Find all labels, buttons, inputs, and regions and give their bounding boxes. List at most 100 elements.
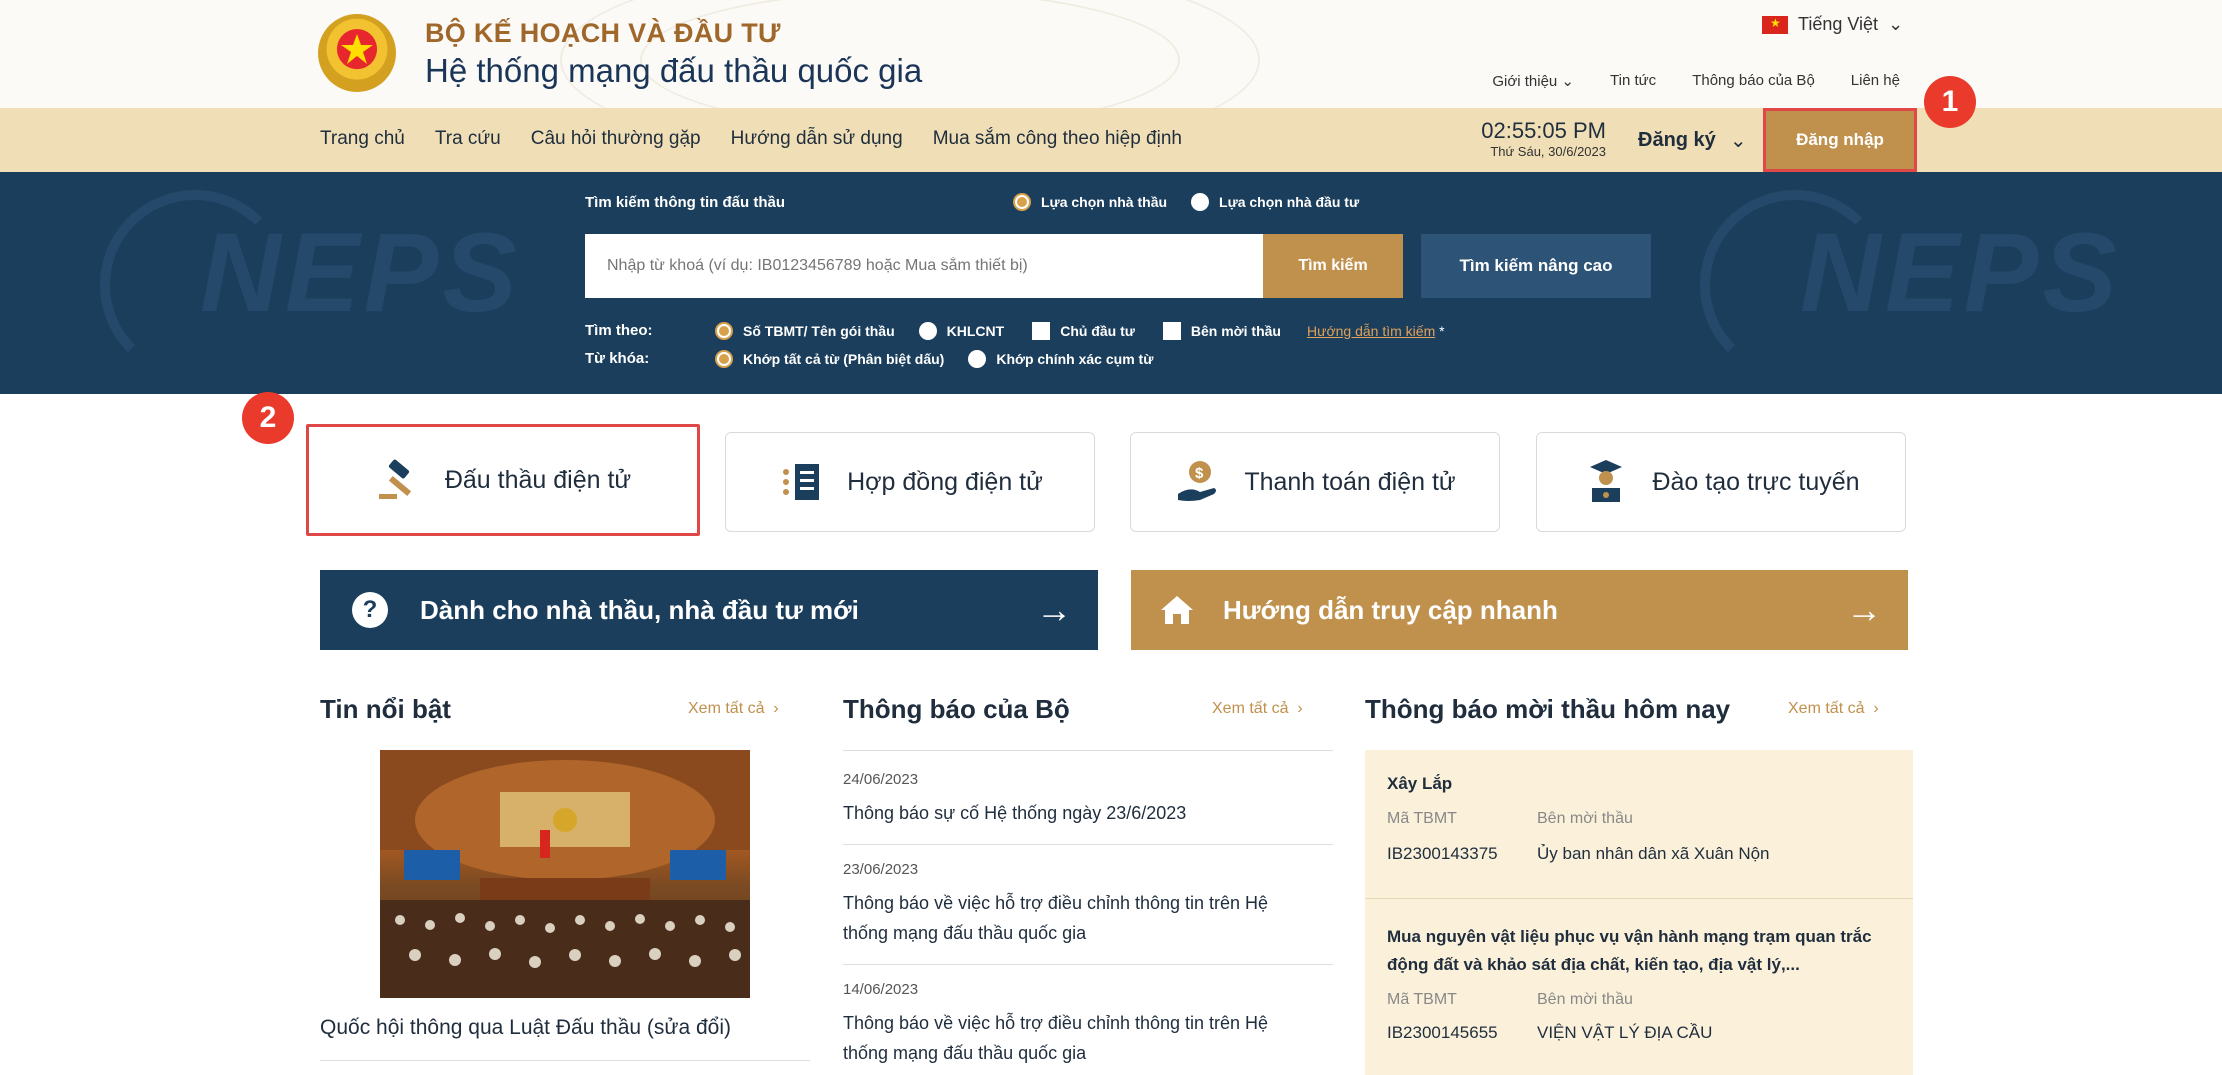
quick-access-banner-label: Hướng dẫn truy cập nhanh bbox=[1223, 594, 1558, 625]
service-e-bidding-label: Đấu thầu điện tử bbox=[444, 465, 632, 494]
radio-investor[interactable] bbox=[1191, 193, 1210, 211]
quick-access-banner[interactable]: Hướng dẫn truy cập nhanh → bbox=[1131, 570, 1908, 650]
featured-see-all-link[interactable]: Xem tất cả › bbox=[688, 700, 779, 718]
service-e-payment[interactable]: $ Thanh toán điện tử bbox=[1130, 432, 1500, 532]
search-by-label: Tìm theo: bbox=[585, 322, 653, 339]
radio-match-all[interactable] bbox=[715, 350, 733, 368]
divider bbox=[843, 844, 1333, 845]
service-e-contract[interactable]: Hợp đồng điện tử bbox=[725, 432, 1095, 532]
neps-watermark: NEPS bbox=[200, 210, 521, 335]
chevron-down-icon: ⌄ bbox=[1729, 130, 1747, 152]
divider bbox=[320, 1060, 810, 1061]
search-input[interactable] bbox=[585, 234, 1263, 298]
service-e-contract-label: Hợp đồng điện tử bbox=[847, 467, 1043, 496]
tenders-see-all-link[interactable]: Xem tất cả › bbox=[1788, 700, 1879, 718]
tender-party-label: Bên mời thầu bbox=[1537, 991, 1633, 1008]
new-users-banner[interactable]: ? Dành cho nhà thầu, nhà đầu tư mới → bbox=[320, 570, 1098, 650]
advanced-search-button[interactable]: Tìm kiếm nâng cao bbox=[1421, 234, 1651, 298]
notice-title[interactable]: Thông báo về việc hỗ trợ điều chỉnh thôn… bbox=[843, 1008, 1313, 1068]
ministry-see-all-link[interactable]: Xem tất cả › bbox=[1212, 700, 1303, 718]
notice-date: 23/06/2023 bbox=[843, 861, 919, 878]
clock-time: 02:55:05 PM bbox=[1481, 118, 1606, 143]
radio-tbmt[interactable] bbox=[715, 322, 733, 340]
top-links: Giới thiệu ⌄ Tin tức Thông báo của Bộ Li… bbox=[1492, 72, 1900, 90]
tender-party: VIỆN VẬT LÝ ĐỊA CẦU bbox=[1537, 1023, 1713, 1042]
language-selector[interactable]: Tiếng Việt ⌄ bbox=[1762, 14, 1903, 35]
top-link-news[interactable]: Tin tức bbox=[1610, 72, 1656, 90]
top-link-contact[interactable]: Liên hệ bbox=[1851, 72, 1900, 90]
nav-home[interactable]: Trang chủ bbox=[320, 128, 405, 150]
tender-party-label: Bên mời thầu bbox=[1537, 810, 1633, 827]
svg-text:$: $ bbox=[1195, 465, 1204, 482]
gavel-icon bbox=[375, 456, 423, 504]
notice-date: 24/06/2023 bbox=[843, 771, 919, 788]
divider bbox=[843, 964, 1333, 965]
tender-code: IB2300143375 bbox=[1387, 844, 1498, 863]
clock: 02:55:05 PM Thứ Sáu, 30/6/2023 bbox=[1446, 118, 1606, 159]
login-button[interactable]: Đăng nhập bbox=[1763, 108, 1917, 172]
search-mode-radios: Lựa chọn nhà thầu Lựa chọn nhà đầu tư bbox=[1013, 193, 1359, 211]
arrow-right-icon: → bbox=[1036, 589, 1072, 630]
system-name: Hệ thống mạng đấu thầu quốc gia bbox=[425, 52, 923, 89]
radio-khlcnt[interactable] bbox=[918, 322, 937, 340]
todays-tenders-title: Thông báo mời thầu hôm nay bbox=[1365, 694, 1731, 724]
ministry-notices-title: Thông báo của Bộ bbox=[843, 694, 1070, 724]
training-graduate-icon bbox=[1582, 458, 1630, 506]
radio-investor-label: Lựa chọn nhà đầu tư bbox=[1219, 194, 1360, 210]
top-link-ministry-notices[interactable]: Thông báo của Bộ bbox=[1692, 72, 1815, 90]
tender-code: IB2300145655 bbox=[1387, 1023, 1498, 1042]
radio-exact-phrase-label: Khớp chính xác cụm từ bbox=[996, 351, 1154, 367]
clock-date: Thứ Sáu, 30/6/2023 bbox=[1490, 144, 1606, 159]
radio-exact-phrase[interactable] bbox=[968, 350, 987, 368]
search-by-options: Số TBMT/ Tên gói thầu KHLCNT Chủ đầu tư … bbox=[715, 322, 1445, 340]
featured-news-caption[interactable]: Quốc hội thông qua Luật Đấu thầu (sửa đổ… bbox=[320, 1016, 731, 1040]
annotation-badge-1: 1 bbox=[1924, 76, 1976, 128]
radio-contractor-label: Lựa chọn nhà thầu bbox=[1041, 194, 1168, 210]
language-label: Tiếng Việt bbox=[1798, 14, 1879, 34]
radio-contractor[interactable] bbox=[1013, 193, 1031, 211]
tender-code-label: Mã TBMT bbox=[1387, 810, 1457, 827]
nav-user-guide[interactable]: Hướng dẫn sử dụng bbox=[731, 128, 903, 150]
tender-item[interactable]: Xây Lắp Mã TBMT Bên mời thầu IB230014337… bbox=[1365, 750, 1913, 898]
radio-tbmt-label: Số TBMT/ Tên gói thầu bbox=[743, 323, 895, 339]
chevron-down-icon: ⌄ bbox=[1888, 14, 1904, 34]
service-e-payment-label: Thanh toán điện tử bbox=[1244, 467, 1456, 496]
annotation-badge-2: 2 bbox=[242, 392, 294, 444]
tender-category: Mua nguyên vật liệu phục vụ vận hành mạn… bbox=[1387, 927, 1872, 974]
service-e-bidding[interactable]: Đấu thầu điện tử bbox=[306, 424, 700, 536]
divider bbox=[843, 750, 1333, 751]
register-dropdown[interactable]: Đăng ký ⌄ bbox=[1638, 128, 1747, 153]
contract-list-icon bbox=[777, 458, 825, 506]
keyword-label: Từ khóa: bbox=[585, 350, 650, 367]
notice-date: 14/06/2023 bbox=[843, 981, 919, 998]
radio-match-all-label: Khớp tất cả từ (Phân biệt dấu) bbox=[743, 351, 945, 367]
nav-faq[interactable]: Câu hỏi thường gặp bbox=[531, 128, 701, 150]
neps-watermark: NEPS bbox=[1800, 210, 2121, 335]
search-button[interactable]: Tìm kiếm bbox=[1263, 234, 1403, 298]
tender-item[interactable]: Mua nguyên vật liệu phục vụ vận hành mạn… bbox=[1365, 899, 1913, 1075]
checkbox-investor-label: Chủ đầu tư bbox=[1060, 323, 1135, 339]
tender-code-label: Mã TBMT bbox=[1387, 991, 1457, 1008]
nav-lookup[interactable]: Tra cứu bbox=[435, 128, 501, 150]
site-header: BỘ KẾ HOẠCH VÀ ĐẦU TƯ Hệ thống mạng đấu … bbox=[0, 0, 2222, 108]
service-online-training-label: Đào tạo trực tuyến bbox=[1652, 467, 1860, 496]
top-link-about[interactable]: Giới thiệu ⌄ bbox=[1492, 72, 1574, 90]
notice-title[interactable]: Thông báo về việc hỗ trợ điều chỉnh thôn… bbox=[843, 888, 1313, 948]
featured-news-photo[interactable] bbox=[380, 750, 750, 998]
search-panel: NEPS NEPS Tìm kiếm thông tin đấu thầu Lự… bbox=[0, 172, 2222, 394]
arrow-right-icon: → bbox=[1846, 589, 1882, 630]
vietnam-flag-icon bbox=[1762, 15, 1788, 34]
notice-title[interactable]: Thông báo sự cố Hệ thống ngày 23/6/2023 bbox=[843, 798, 1333, 828]
tender-party: Ủy ban nhân dân xã Xuân Nộn bbox=[1537, 844, 1770, 863]
register-label: Đăng ký bbox=[1638, 129, 1716, 151]
nav-agreement-procurement[interactable]: Mua sắm công theo hiệp định bbox=[933, 128, 1182, 150]
service-online-training[interactable]: Đào tạo trực tuyến bbox=[1536, 432, 1906, 532]
home-icon bbox=[1159, 592, 1195, 628]
ministry-notice-list: 24/06/2023 Thông báo sự cố Hệ thống ngày… bbox=[843, 750, 1333, 1068]
tender-category: Xây Lắp bbox=[1387, 774, 1453, 793]
search-guide-link[interactable]: Hướng dẫn tìm kiếm * bbox=[1307, 323, 1445, 339]
checkbox-procuring-entity[interactable] bbox=[1162, 322, 1181, 340]
checkbox-investor[interactable] bbox=[1032, 322, 1051, 340]
checkbox-procuring-entity-label: Bên mời thầu bbox=[1190, 323, 1281, 339]
featured-news-title: Tin nổi bật bbox=[320, 694, 451, 724]
